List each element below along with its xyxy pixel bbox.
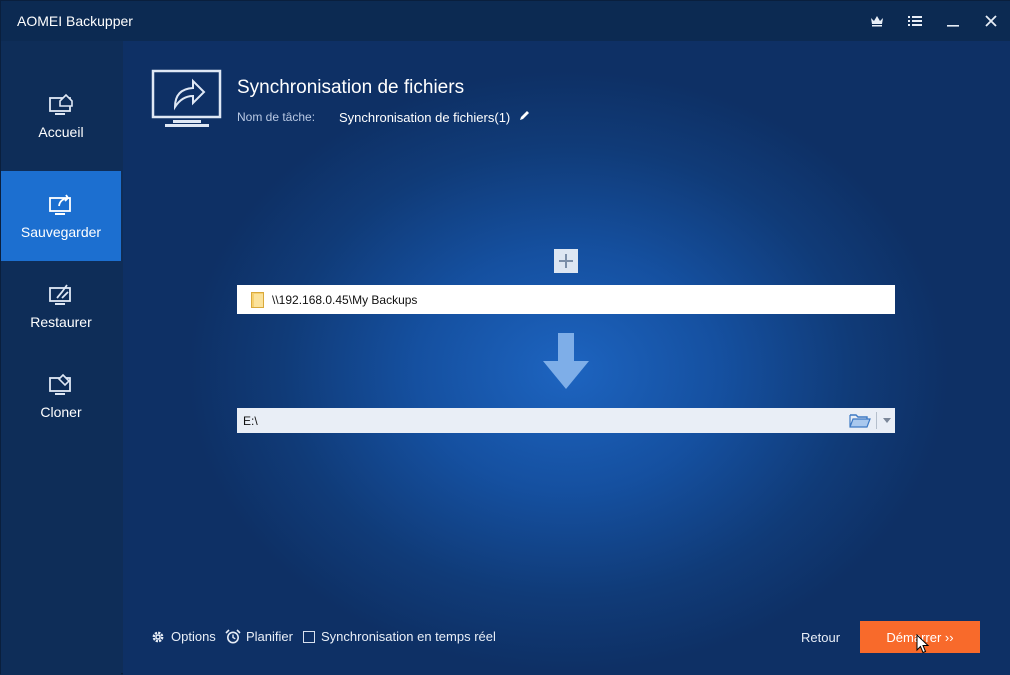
sidebar-item-label: Sauvegarder — [20, 224, 102, 240]
down-arrow-icon — [543, 333, 589, 389]
destination-path: E:\ — [243, 413, 258, 428]
options-button[interactable]: Options — [151, 629, 216, 644]
sidebar-item-restaurer[interactable]: Restaurer — [1, 261, 121, 351]
home-monitor-icon — [49, 93, 73, 115]
minimize-button[interactable] — [940, 9, 966, 33]
realtime-sync-option[interactable]: Synchronisation en temps réel — [303, 629, 496, 644]
sidebar-item-sauvegarder[interactable]: Sauvegarder — [1, 171, 121, 261]
app-title: AOMEI Backupper — [17, 13, 133, 29]
app-window: AOMEI Backupper Accueil Sauvegarder Rest… — [0, 0, 1010, 675]
sidebar-item-label: Accueil — [38, 124, 84, 140]
schedule-button[interactable]: Planifier — [225, 629, 293, 644]
schedule-label: Planifier — [246, 629, 293, 644]
source-folder-field[interactable]: \\192.168.0.45\My Backups — [237, 285, 895, 314]
restore-monitor-icon — [49, 284, 71, 305]
realtime-sync-label: Synchronisation en temps réel — [321, 629, 496, 644]
sync-monitor-icon — [151, 69, 222, 127]
mouse-cursor-icon — [916, 634, 930, 654]
alarm-clock-icon — [225, 629, 241, 644]
main-panel: Synchronisation de fichiers Nom de tâche… — [123, 41, 1010, 675]
sidebar-item-cloner[interactable]: Cloner — [1, 351, 121, 441]
edit-pencil-icon[interactable] — [519, 109, 531, 121]
sidebar: Accueil Sauvegarder Restaurer Cloner — [1, 41, 121, 675]
minimize-icon — [947, 25, 959, 27]
dropdown-separator — [876, 412, 877, 429]
destination-path-field[interactable]: E:\ — [237, 408, 895, 433]
backup-monitor-icon — [49, 194, 71, 215]
open-folder-icon — [849, 414, 871, 428]
crown-icon — [871, 16, 883, 27]
back-button[interactable]: Retour — [801, 630, 840, 645]
realtime-sync-checkbox[interactable] — [303, 630, 315, 643]
close-icon — [985, 15, 997, 27]
title-bar: AOMEI Backupper — [1, 1, 1010, 41]
page-title: Synchronisation de fichiers — [237, 77, 465, 98]
browse-folder-button[interactable] — [846, 408, 874, 433]
upgrade-button[interactable] — [864, 9, 890, 33]
task-name-value[interactable]: Synchronisation de fichiers(1) — [339, 110, 510, 125]
menu-button[interactable] — [902, 9, 928, 33]
close-button[interactable] — [978, 9, 1004, 33]
sidebar-item-label: Restaurer — [30, 314, 92, 330]
sidebar-item-accueil[interactable]: Accueil — [1, 71, 121, 161]
destination-dropdown[interactable] — [879, 408, 895, 433]
task-name-label: Nom de tâche: — [237, 110, 316, 124]
gear-icon — [152, 631, 164, 642]
menu-list-icon — [908, 16, 922, 26]
plus-icon — [559, 254, 573, 268]
chevron-down-icon — [883, 418, 891, 423]
add-source-button[interactable] — [554, 249, 578, 273]
folder-icon — [251, 291, 264, 308]
source-path: \\192.168.0.45\My Backups — [272, 292, 418, 307]
sidebar-item-label: Cloner — [40, 404, 82, 420]
clone-monitor-icon — [49, 373, 71, 395]
options-label: Options — [171, 629, 216, 644]
